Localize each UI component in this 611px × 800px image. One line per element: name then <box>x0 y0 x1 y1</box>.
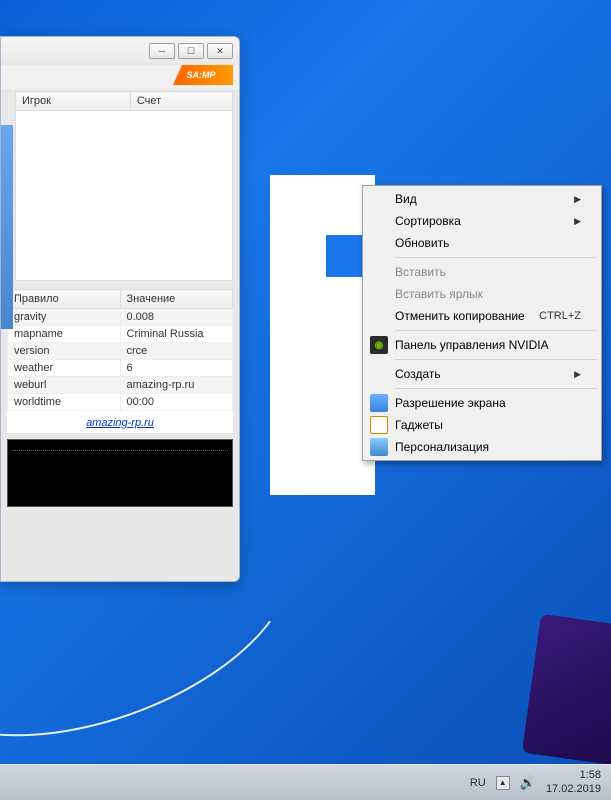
sidebar-strip <box>1 125 13 329</box>
menu-item[interactable]: ◉ Панель управления NVIDIA <box>365 334 599 356</box>
menu-separator <box>395 388 597 389</box>
rule-name: mapname <box>8 326 121 343</box>
rule-value: amazing-rp.ru <box>120 377 233 394</box>
table-row[interactable]: weburlamazing-rp.ru <box>8 377 233 394</box>
rule-value: 0.008 <box>120 309 233 326</box>
menu-item[interactable]: Отменить копирование CTRL+Z <box>365 305 599 327</box>
rule-name: worldtime <box>8 394 121 411</box>
table-row[interactable]: weather6 <box>8 360 233 377</box>
menu-item-label: Разрешение экрана <box>395 396 506 410</box>
console-inner <box>12 450 228 498</box>
rule-name: weburl <box>8 377 121 394</box>
menu-item[interactable]: Гаджеты <box>365 414 599 436</box>
clock[interactable]: 1:58 17.02.2019 <box>546 769 601 795</box>
menu-item[interactable]: Сортировка ▶ <box>365 210 599 232</box>
rule-value: 6 <box>120 360 233 377</box>
rule-value: 00:00 <box>120 394 233 411</box>
menu-item-label: Вставить ярлык <box>395 287 483 301</box>
menu-separator <box>395 330 597 331</box>
titlebar: ─ ☐ ✕ <box>1 37 239 65</box>
rules-table: Правило Значение gravity0.008mapnameCrim… <box>7 289 233 411</box>
rule-value: Criminal Russia <box>120 326 233 343</box>
menu-item-label: Отменить копирование <box>395 309 525 323</box>
players-table: Игрок Счет <box>15 91 233 111</box>
menu-item-label: Гаджеты <box>395 418 443 432</box>
logo-row: SA:MP <box>1 65 239 89</box>
players-header-player[interactable]: Игрок <box>16 92 131 111</box>
menu-item: Вставить <box>365 261 599 283</box>
table-row[interactable]: mapnameCriminal Russia <box>8 326 233 343</box>
menu-item[interactable]: Обновить <box>365 232 599 254</box>
menu-item[interactable]: Создать ▶ <box>365 363 599 385</box>
console-area <box>7 439 233 507</box>
gadgets-icon <box>370 416 388 434</box>
tray-expand-icon[interactable]: ▲ <box>496 776 510 790</box>
rule-name: version <box>8 343 121 360</box>
nvidia-icon: ◉ <box>370 336 388 354</box>
background-white-block <box>270 175 375 495</box>
corner-decoration <box>522 614 611 767</box>
rules-header-rule[interactable]: Правило <box>8 290 121 309</box>
rule-name: weather <box>8 360 121 377</box>
resolution-icon <box>370 394 388 412</box>
system-tray: RU ▲ 🔊 1:58 17.02.2019 <box>470 769 611 795</box>
language-indicator[interactable]: RU <box>470 777 486 789</box>
table-row[interactable]: gravity0.008 <box>8 309 233 326</box>
weburl-link-row: amazing-rp.ru <box>7 411 233 433</box>
menu-item[interactable]: Вид ▶ <box>365 188 599 210</box>
menu-item-label: Вставить <box>395 265 446 279</box>
players-header-score[interactable]: Счет <box>130 92 232 111</box>
menu-separator <box>395 359 597 360</box>
players-empty-area <box>15 111 233 281</box>
maximize-button[interactable]: ☐ <box>178 43 204 59</box>
menu-item-label: Вид <box>395 192 417 206</box>
table-row[interactable]: worldtime00:00 <box>8 394 233 411</box>
menu-item-label: Панель управления NVIDIA <box>395 338 549 352</box>
table-row[interactable]: versioncrce <box>8 343 233 360</box>
clock-date: 17.02.2019 <box>546 783 601 796</box>
menu-separator <box>395 257 597 258</box>
submenu-arrow-icon: ▶ <box>574 216 581 227</box>
desktop-context-menu: Вид ▶ Сортировка ▶ Обновить Вставить Вставить … <box>362 185 602 461</box>
clock-time: 1:58 <box>546 769 601 782</box>
volume-icon[interactable]: 🔊 <box>520 775 536 791</box>
menu-item-label: Обновить <box>395 236 449 250</box>
menu-item-label: Персонализация <box>395 440 489 454</box>
menu-item: Вставить ярлык <box>365 283 599 305</box>
samp-logo: SA:MP <box>173 65 233 85</box>
samp-window: ─ ☐ ✕ SA:MP Игрок Счет Правило Значение … <box>0 36 240 582</box>
rules-header-value[interactable]: Значение <box>120 290 233 309</box>
menu-item[interactable]: Персонализация <box>365 436 599 458</box>
menu-shortcut: CTRL+Z <box>539 310 581 322</box>
submenu-arrow-icon: ▶ <box>574 194 581 205</box>
taskbar[interactable]: RU ▲ 🔊 1:58 17.02.2019 <box>0 764 611 800</box>
rule-name: gravity <box>8 309 121 326</box>
personalize-icon <box>370 438 388 456</box>
submenu-arrow-icon: ▶ <box>574 369 581 380</box>
weburl-link[interactable]: amazing-rp.ru <box>86 417 154 429</box>
menu-item-label: Сортировка <box>395 214 461 228</box>
close-button[interactable]: ✕ <box>207 43 233 59</box>
menu-item-label: Создать <box>395 367 441 381</box>
rule-value: crce <box>120 343 233 360</box>
menu-item[interactable]: Разрешение экрана <box>365 392 599 414</box>
minimize-button[interactable]: ─ <box>149 43 175 59</box>
